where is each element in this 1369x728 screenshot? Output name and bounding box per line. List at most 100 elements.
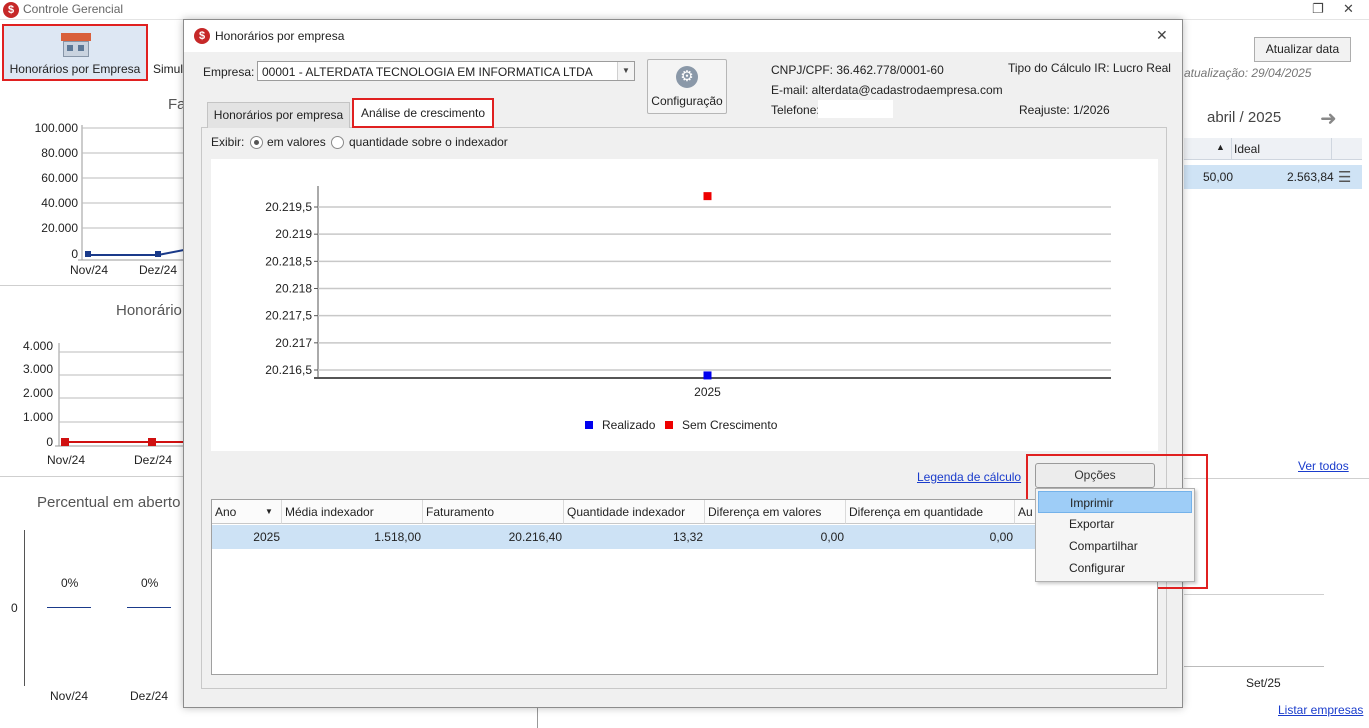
table-header[interactable]: Quantidade indexador [564,500,705,524]
table-header[interactable]: Diferença em valores [705,500,846,524]
app-titlebar [0,0,1369,20]
divider [1184,478,1369,479]
growth-chart-svg: 20.219,5 20.219 20.218,5 20.218 20.217,5 20.2… [265,186,1111,432]
chart1-ytick: 0 [71,247,78,261]
grid-row[interactable]: 50,00 2.563,84 ☰ [1184,165,1362,189]
table-cell: 0,00 [820,530,844,544]
sort-desc-icon[interactable]: ▼ [265,500,273,523]
quantidade-radio[interactable] [331,136,344,149]
table-header[interactable]: Faturamento [423,500,564,524]
chart3-xtick: Dez/24 [130,689,169,703]
chart2-title: Honorário [116,302,182,319]
list-detail-icon[interactable]: ☰ [1338,168,1351,186]
table-header[interactable]: Diferença em quantidade [846,500,1015,524]
y-tick-label: 20.217,5 [265,309,312,323]
ver-todos-link[interactable]: Ver todos [1298,459,1349,473]
arrow-right-icon[interactable]: ➜ [1320,106,1337,131]
table-cell: 2025 [253,530,280,544]
chart1-ytick: 40.000 [41,196,78,210]
growth-chart: 20.219,5 20.219 20.218,5 20.218 20.217,5 20.2… [211,159,1158,451]
dialog-title: Honorários por empresa [215,29,345,43]
divider [0,476,183,477]
grid-col-ideal[interactable]: Ideal [1234,142,1260,156]
grid-line [1184,594,1324,595]
legend-swatch [665,421,673,429]
chart2-xtick: Nov/24 [47,453,86,467]
tab-analise-de-crescimento[interactable]: Análise de crescimento [352,98,494,128]
cnpj-text: CNPJ/CPF: 36.462.778/0001-60 [771,63,944,77]
chart3-axis [24,530,25,686]
configuracao-button[interactable]: ⚙ Configuração [647,59,727,114]
app-title: Controle Gerencial [23,2,124,16]
y-tick-label: 20.216,5 [265,363,312,377]
chart2-ytick: 0 [46,435,53,449]
opcoes-menu: Imprimir Exportar Compartilhar Configura… [1035,488,1195,582]
chart3-axis [1184,666,1324,667]
chart1-xtick: Nov/24 [70,263,109,277]
telefone-label: Telefone: [771,103,820,117]
chart1-xtick: Dez/24 [139,263,178,277]
tab-honorarios-por-empresa[interactable]: Honorários por empresa [207,102,350,128]
y-tick-label: 20.219 [275,227,312,241]
simulacao-button[interactable]: Simul [153,62,183,76]
legenda-de-calculo-link[interactable]: Legenda de cálculo [917,470,1021,484]
tipo-calculo-text: Tipo do Cálculo IR: Lucro Real [1008,61,1171,75]
table-cell: 13,32 [672,530,703,544]
grid-cell: 50,00 [1203,170,1234,184]
divider [537,708,538,728]
em-valores-radio[interactable] [250,136,263,149]
legend-label: Sem Crescimento [682,418,778,432]
chart3-bar-label: 0% [141,576,159,590]
honorarios-button-label: Honorários por Empresa [9,62,141,76]
chart3-bar [47,607,91,608]
close-window-icon[interactable]: ✕ [1343,1,1354,17]
chart1-ytick: 80.000 [41,146,78,160]
menu-item-configurar[interactable]: Configurar [1038,557,1192,579]
sort-asc-icon[interactable]: ▲ [1216,142,1225,152]
table-row[interactable]: 2025 1.518,00 20.216,40 13,32 0,00 0,00 [212,525,1157,549]
dialog-logo-icon: $ [194,28,210,44]
empresa-value: 00001 - ALTERDATA TECNOLOGIA EM INFORMAT… [262,65,593,79]
menu-item-compartilhar[interactable]: Compartilhar [1038,535,1192,557]
listar-empresas-link[interactable]: Listar empresas [1278,703,1363,717]
chart3-xtick: Set/25 [1246,676,1281,690]
results-table: Ano ▼ Média indexador Faturamento Quanti… [211,499,1158,675]
opcoes-button[interactable]: Opções [1035,463,1155,488]
gear-icon: ⚙ [676,66,698,88]
configuracao-label: Configuração [651,94,723,108]
month-label: abril / 2025 [1207,109,1282,126]
exibir-label: Exibir: [211,135,245,149]
legend-label: Realizado [602,418,656,432]
reajuste-text: Reajuste: 1/2026 [1019,103,1110,117]
close-icon[interactable]: ✕ [1156,27,1168,44]
telefone-value [818,100,893,118]
email-text: E-mail: alterdata@cadastrodaempresa.com [771,83,1003,97]
chart2-ytick: 1.000 [22,410,53,424]
chart1-ytick: 100.000 [34,121,78,135]
quantidade-label[interactable]: quantidade sobre o indexador [349,135,508,149]
restore-window-icon[interactable]: ❐ [1312,1,1324,17]
table-cell: 0,00 [989,530,1013,544]
grid-cell: 2.563,84 [1287,170,1334,184]
honorarios-por-empresa-button[interactable]: Honorários por Empresa [2,24,148,81]
chart2-xtick: Dez/24 [134,453,173,467]
empresa-label: Empresa: [203,65,255,79]
table-header[interactable]: Média indexador [282,500,423,524]
empresa-select[interactable]: 00001 - ALTERDATA TECNOLOGIA EM INFORMAT… [257,61,635,81]
y-tick-label: 20.218,5 [265,254,312,268]
building-icon [61,33,91,57]
chart2-ytick: 4.000 [22,339,53,353]
table-cell: 20.216,40 [508,530,562,544]
menu-item-exportar[interactable]: Exportar [1038,513,1192,535]
grid-header: ▲ Ideal [1184,138,1362,160]
y-tick-label: 20.217 [275,336,312,350]
table-cell: 1.518,00 [374,530,421,544]
chart3-ytick: 0 [11,601,18,615]
chevron-down-icon[interactable]: ▼ [617,62,634,80]
atualizar-data-button[interactable]: Atualizar data [1254,37,1351,62]
menu-item-imprimir[interactable]: Imprimir [1038,491,1192,513]
table-header-ano[interactable]: Ano ▼ [212,500,282,524]
chart3-title: Percentual em aberto [37,494,181,511]
chart3-bar [127,607,171,608]
em-valores-label[interactable]: em valores [267,135,326,149]
